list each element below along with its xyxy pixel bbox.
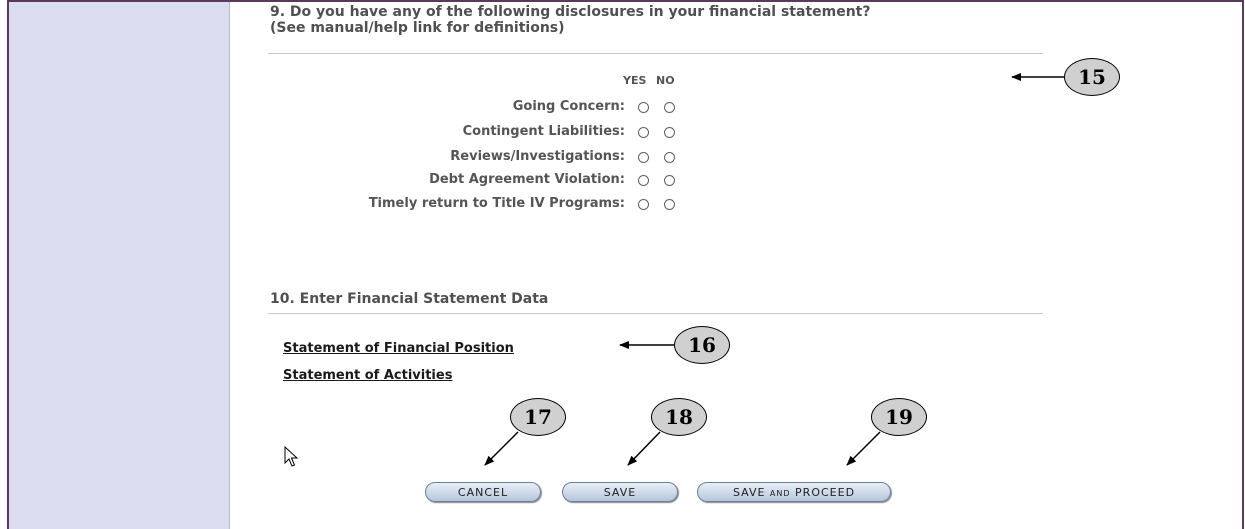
mouse-pointer-icon (284, 445, 299, 467)
callout-17-arrow (484, 431, 519, 466)
callout-18-arrow (627, 431, 661, 466)
annotation-arrows (284, 73, 1064, 467)
callout-19-arrow (846, 431, 881, 466)
callout-17: 17 (510, 398, 566, 436)
callout-19: 19 (871, 398, 927, 436)
callout-16: 16 (674, 326, 730, 364)
callout-15: 15 (1064, 58, 1120, 96)
callout-18: 18 (651, 398, 707, 436)
